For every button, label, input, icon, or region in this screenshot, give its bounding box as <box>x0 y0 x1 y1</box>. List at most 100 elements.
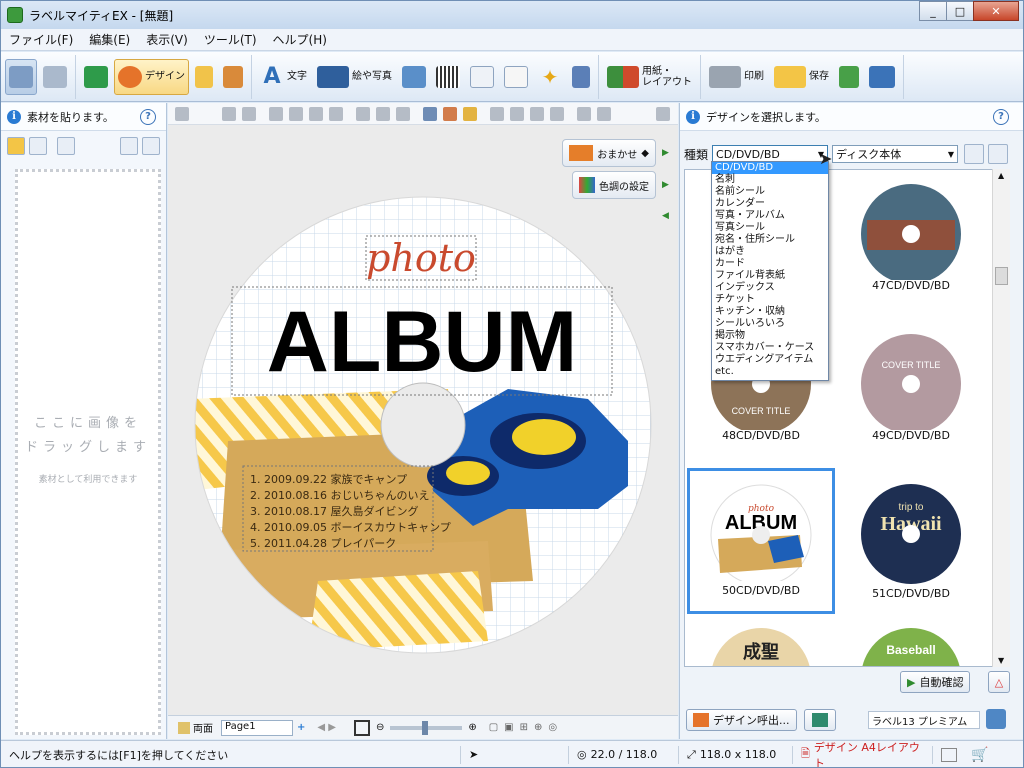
page-input[interactable]: Page1 <box>221 719 293 736</box>
next-arrow-icon[interactable] <box>142 137 160 155</box>
type-option[interactable]: はがき <box>712 246 828 258</box>
text-button[interactable]: A 文字 <box>256 59 311 95</box>
design-button[interactable]: デザイン <box>114 58 189 95</box>
thumb-scrollbar[interactable]: ▲ ▼ <box>992 169 1010 667</box>
arrange-back-icon[interactable] <box>376 106 390 121</box>
add-image-icon[interactable] <box>57 137 75 155</box>
delivery-button[interactable] <box>865 59 899 95</box>
import-icon[interactable] <box>120 137 138 155</box>
export-button[interactable] <box>835 59 863 95</box>
design-thumb[interactable]: Baseball <box>837 620 985 666</box>
window-arrange-icon[interactable] <box>941 747 957 762</box>
design-thumb-50[interactable]: photo ALBUM 50CD/DVD/BD <box>687 468 835 614</box>
auto-check-button[interactable]: ▶ 自動確認 <box>900 671 971 693</box>
auto-expand-icon[interactable]: ▶ <box>662 148 672 158</box>
panel-toggle-icon[interactable] <box>175 106 189 121</box>
sparkle-button[interactable]: ✦ <box>534 59 566 95</box>
search-icon[interactable] <box>964 144 985 164</box>
type-dropdown-list[interactable]: CD/DVD/BD 名刺 名前シール カレンダー 写真・アルバム 写真シール 宛… <box>711 161 829 381</box>
zoom-in-icon[interactable]: ⊕ <box>468 722 476 733</box>
paper-layout-button[interactable]: 用紙・ レイアウト <box>603 59 696 95</box>
brush-icon[interactable] <box>463 106 477 121</box>
image-edit-icon[interactable] <box>443 106 457 121</box>
picture-button[interactable]: 絵や写真 <box>313 59 396 95</box>
undo-icon[interactable] <box>222 106 236 121</box>
tool-icon[interactable] <box>577 106 591 121</box>
zoom-slider-thumb[interactable] <box>422 720 429 735</box>
minimize-button[interactable]: _ <box>919 1 947 21</box>
help-icon[interactable]: ? <box>993 108 1009 125</box>
type-option[interactable]: スマホカバー・ケース <box>712 342 828 354</box>
fit-page-icon[interactable] <box>353 719 370 736</box>
menu-edit[interactable]: 編集(E) <box>81 31 138 48</box>
rotate-icon[interactable] <box>396 106 410 121</box>
type-option[interactable]: CD/DVD/BD <box>712 162 828 174</box>
print-button[interactable]: 印刷 <box>705 59 768 95</box>
type-option[interactable]: シールいろいろ <box>712 318 828 330</box>
both-sides-button[interactable]: 両面 <box>193 720 213 735</box>
add-page-icon[interactable]: + <box>297 722 305 733</box>
delete-icon[interactable] <box>29 137 47 155</box>
paste-icon[interactable] <box>309 106 323 121</box>
auto-design-button[interactable]: おまかせ ◆ <box>562 139 656 167</box>
design-thumb-49[interactable]: COVER TITLE 49CD/DVD/BD <box>837 310 985 456</box>
type-option[interactable]: ファイル背表紙 <box>712 270 828 282</box>
warning-button[interactable]: △ <box>988 671 1010 693</box>
collapse-panel-icon[interactable]: ◀ <box>662 211 672 221</box>
cut-icon[interactable] <box>269 106 283 121</box>
type-option[interactable]: ウエディングアイテム <box>712 354 828 366</box>
clipart-button[interactable] <box>398 59 430 95</box>
menu-file[interactable]: ファイル(F) <box>1 31 81 48</box>
design-thumb[interactable]: 成聖 <box>687 620 835 666</box>
view-mode-icons[interactable]: ▢▣⊞⊕◎ <box>489 722 563 733</box>
shape-icon[interactable] <box>530 106 544 121</box>
menu-view[interactable]: 表示(V) <box>138 31 196 48</box>
barcode-button[interactable] <box>432 59 464 95</box>
type-option[interactable]: キッチン・収納 <box>712 306 828 318</box>
tone-expand-icon[interactable]: ▶ <box>662 180 672 190</box>
design-thumb-51[interactable]: trip to Hawaii 51CD/DVD/BD <box>837 468 985 614</box>
number-button[interactable] <box>466 59 498 95</box>
view-double-button[interactable] <box>39 59 71 95</box>
preview-icon[interactable] <box>988 144 1009 164</box>
image-drop-area[interactable]: ここに画像を ドラッグします 素材として利用できます <box>15 169 161 735</box>
frame-button[interactable] <box>219 59 247 95</box>
type-option[interactable]: 名前シール <box>712 186 828 198</box>
type-option[interactable]: etc. <box>712 366 828 378</box>
grid-icon[interactable] <box>490 106 504 121</box>
effect-icon[interactable] <box>510 106 524 121</box>
menu-help[interactable]: ヘルプ(H) <box>265 31 335 48</box>
maximize-button[interactable]: □ <box>946 1 974 21</box>
page-nav-icon[interactable]: ◀ ▶ <box>317 722 336 733</box>
save-button[interactable]: 保存 <box>770 59 833 95</box>
design-thumb-47[interactable]: 47CD/DVD/BD <box>837 170 985 306</box>
help-icon[interactable]: ? <box>140 108 156 125</box>
panel-expand-icon[interactable] <box>656 106 670 121</box>
zoom-out-icon[interactable]: ⊖ <box>376 722 384 733</box>
layer-button[interactable] <box>568 59 594 95</box>
view-single-button[interactable] <box>5 58 37 95</box>
circle-icon[interactable] <box>550 106 564 121</box>
status-layout[interactable]: 🗎 デザイン A4レイアウト <box>793 741 933 767</box>
pen-button[interactable] <box>191 59 217 95</box>
label-button[interactable] <box>80 59 112 95</box>
type-option[interactable]: 宛名・住所シール <box>712 234 828 246</box>
type-option[interactable]: 写真・アルバム <box>712 210 828 222</box>
scroll-up-icon[interactable]: ▲ <box>998 171 1004 180</box>
disc-design[interactable]: photo ALBUM 1. 2009.09.22 家族でキャンプ 2. 201… <box>188 191 658 661</box>
type-option[interactable]: カード <box>712 258 828 270</box>
send-design-button[interactable] <box>804 709 836 731</box>
type-option[interactable]: 名刺 <box>712 174 828 186</box>
zoom-slider[interactable] <box>390 720 463 735</box>
type-option[interactable]: 写真シール <box>712 222 828 234</box>
target-icon[interactable] <box>597 106 611 121</box>
type-option[interactable]: インデックス <box>712 282 828 294</box>
arrange-front-icon[interactable] <box>356 106 370 121</box>
design-call-button[interactable]: デザイン呼出... <box>686 709 797 731</box>
type-option[interactable]: カレンダー <box>712 198 828 210</box>
label-box-icon[interactable] <box>986 709 1006 729</box>
scroll-down-icon[interactable]: ▼ <box>998 656 1004 665</box>
subtype-select[interactable]: ディスク本体 ▼ <box>832 145 959 163</box>
text-style-icon[interactable] <box>423 106 437 121</box>
type-option[interactable]: 掲示物 <box>712 330 828 342</box>
